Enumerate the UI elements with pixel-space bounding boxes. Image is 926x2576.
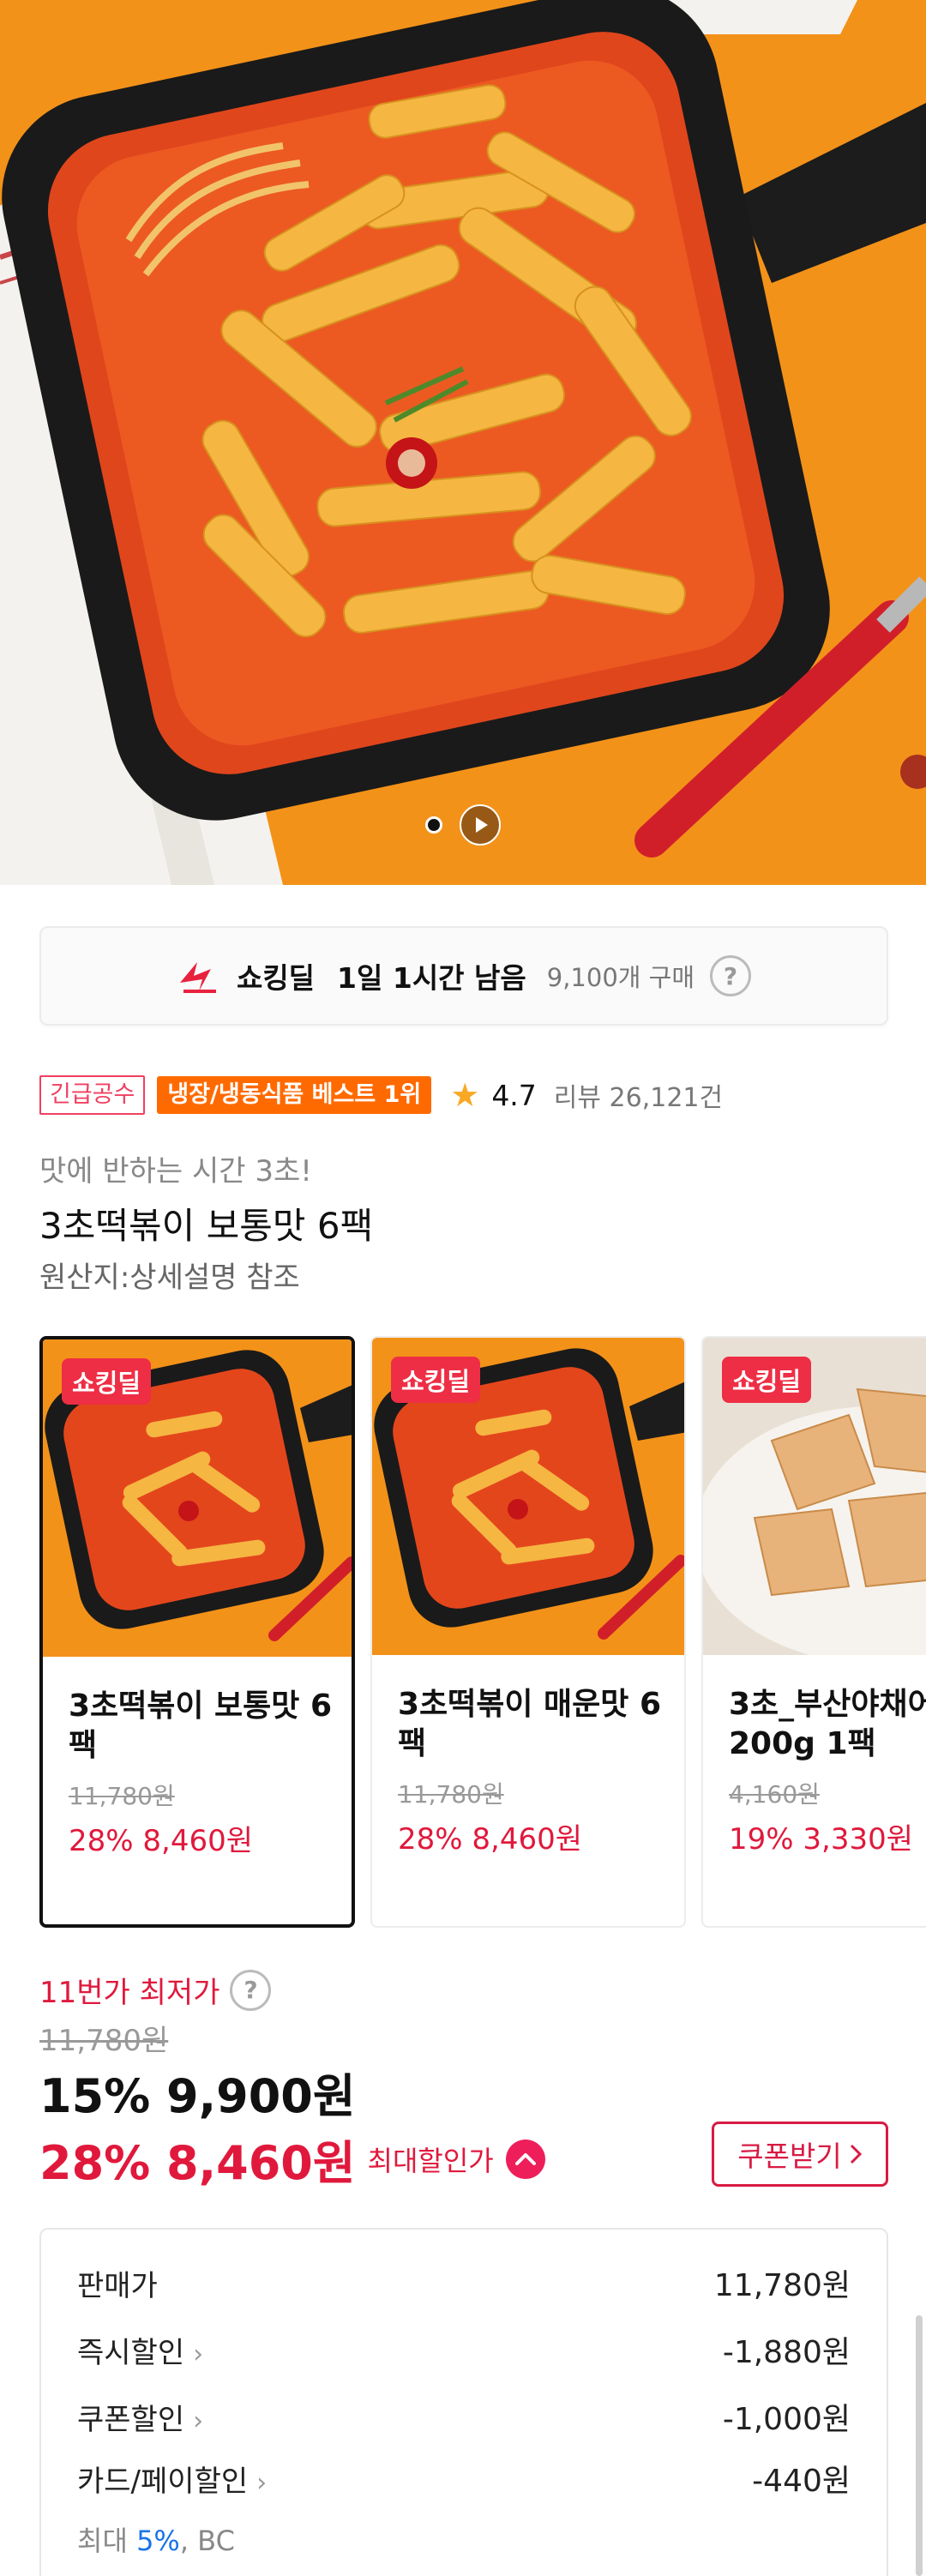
option-image: 쇼킹딜 [703, 1338, 926, 1655]
instant-discount-row[interactable]: 즉시할인 › -1,880원 [77, 2327, 851, 2372]
chevron-right-icon: › [193, 2338, 204, 2369]
coupon-discount-row[interactable]: 쿠폰할인 › -1,000원 [77, 2394, 851, 2439]
option-card[interactable]: 쇼킹딜 3초떡볶이 보통맛 6팩 11,780원 28% 8,460원 [39, 1336, 355, 1928]
option-sale-price: 28% 8,460원 [398, 1822, 582, 1857]
product-subtitle: 맛에 반하는 시간 3초! [39, 1154, 312, 1189]
product-badges: 긴급공수 냉장/냉동식품 베스트 1위 ★ 4.7 리뷰 26,121건 [39, 1074, 723, 1116]
option-name: 3초_부산야채어묵 200g 1팩 [729, 1687, 926, 1761]
option-sale-price: 28% 8,460원 [69, 1824, 253, 1858]
sale-price: 15% 9,900원 [39, 2069, 356, 2123]
instant-discount-value: -1,880원 [722, 2335, 851, 2370]
option-original-price: 11,780원 [398, 1780, 504, 1809]
help-icon[interactable]: ? [230, 1969, 272, 2011]
max-discount-price: 28% 8,460원 [39, 2136, 356, 2190]
max-discount-label: 최대할인가 [367, 2144, 494, 2177]
option-card[interactable]: 쇼킹딜 3초_부산야채어묵 200g 1팩 4,160원 19% 3,330원 [701, 1336, 926, 1928]
option-image: 쇼킹딜 [43, 1339, 352, 1657]
card-discount-row[interactable]: 카드/페이할인 › -440원 [77, 2456, 851, 2501]
product-title: 3초떡볶이 보통맛 6팩 [39, 1205, 374, 1247]
card-discount-value: -440원 [752, 2464, 851, 2499]
deal-time-left: 1일 1시간 남음 [337, 961, 526, 995]
original-price: 11,780원 [39, 2024, 169, 2058]
coupon-discount-label: 쿠폰할인 [77, 2402, 185, 2437]
help-icon[interactable]: ? [710, 955, 752, 996]
list-price-label: 판매가 [77, 2268, 158, 2303]
list-price-value: 11,780원 [713, 2268, 851, 2303]
review-count-link[interactable]: 리뷰 26,121건 [554, 1076, 723, 1114]
option-carousel[interactable]: 쇼킹딜 3초떡볶이 보통맛 6팩 11,780원 28% 8,460원 쇼킹딜 … [39, 1336, 926, 1928]
shocking-deal-tag: 쇼킹딜 [62, 1358, 152, 1405]
option-name: 3초떡볶이 매운맛 6팩 [398, 1687, 662, 1761]
pager-dot-active[interactable] [425, 816, 442, 834]
star-icon: ★ [450, 1076, 480, 1114]
card-sub-rate: 5% [136, 2525, 180, 2557]
urgent-badge: 긴급공수 [39, 1075, 146, 1115]
category-best-badge[interactable]: 냉장/냉동식품 베스트 1위 [157, 1076, 432, 1114]
chevron-right-icon: › [256, 2467, 268, 2498]
max-discount-row: 28% 8,460원 최대할인가 [39, 2125, 545, 2193]
shocking-deal-logo-icon [179, 962, 216, 993]
option-original-price: 11,780원 [69, 1782, 175, 1810]
image-pager [0, 804, 926, 846]
chevron-right-icon [850, 2144, 862, 2164]
coupon-discount-value: -1,000원 [722, 2402, 851, 2437]
instant-discount-label: 즉시할인 [77, 2335, 185, 2370]
chevron-up-icon[interactable] [505, 2139, 545, 2179]
option-image: 쇼킹딜 [372, 1338, 684, 1655]
product-origin: 원산지:상세설명 참조 [39, 1261, 300, 1295]
price-breakdown: 판매가 11,780원 즉시할인 › -1,880원 쿠폰할인 › -1,000원 … [39, 2228, 888, 2576]
card-sub-suffix: , BC [179, 2525, 235, 2557]
card-discount-sub: 최대 5%, BC [77, 2519, 235, 2559]
card-discount-label: 카드/페이할인 [77, 2464, 249, 2499]
coupon-button-label: 쿠폰받기 [737, 2140, 842, 2173]
option-sale-price: 19% 3,330원 [729, 1822, 913, 1857]
product-hero-image[interactable] [0, 0, 926, 885]
list-price-row: 판매가 11,780원 [77, 2260, 851, 2305]
purchase-count: 9,100개 구매 [546, 963, 695, 992]
get-coupon-button[interactable]: 쿠폰받기 [712, 2122, 888, 2187]
deal-title: 쇼킹딜 [236, 961, 316, 995]
lowest-price-label-row: 11번가 최저가 ? [39, 1969, 272, 2011]
shocking-deal-bar: 쇼킹딜 1일 1시간 남음 9,100개 구매 ? [39, 926, 888, 1026]
shocking-deal-tag: 쇼킹딜 [722, 1357, 812, 1403]
card-sub-prefix: 최대 [77, 2525, 137, 2557]
lowest-price-label: 11번가 최저가 [39, 1976, 220, 2010]
scrollbar[interactable] [916, 2315, 923, 2576]
tteokbokki-pan-illustration [0, 0, 926, 885]
chevron-right-icon: › [193, 2405, 204, 2436]
option-original-price: 4,160원 [729, 1780, 820, 1809]
option-name: 3초떡볶이 보통맛 6팩 [69, 1688, 333, 1763]
option-card[interactable]: 쇼킹딜 3초떡볶이 매운맛 6팩 11,780원 28% 8,460원 [370, 1336, 686, 1928]
shocking-deal-tag: 쇼킹딜 [391, 1357, 481, 1403]
play-icon[interactable] [460, 804, 501, 846]
rating-value: 4.7 [491, 1078, 537, 1112]
